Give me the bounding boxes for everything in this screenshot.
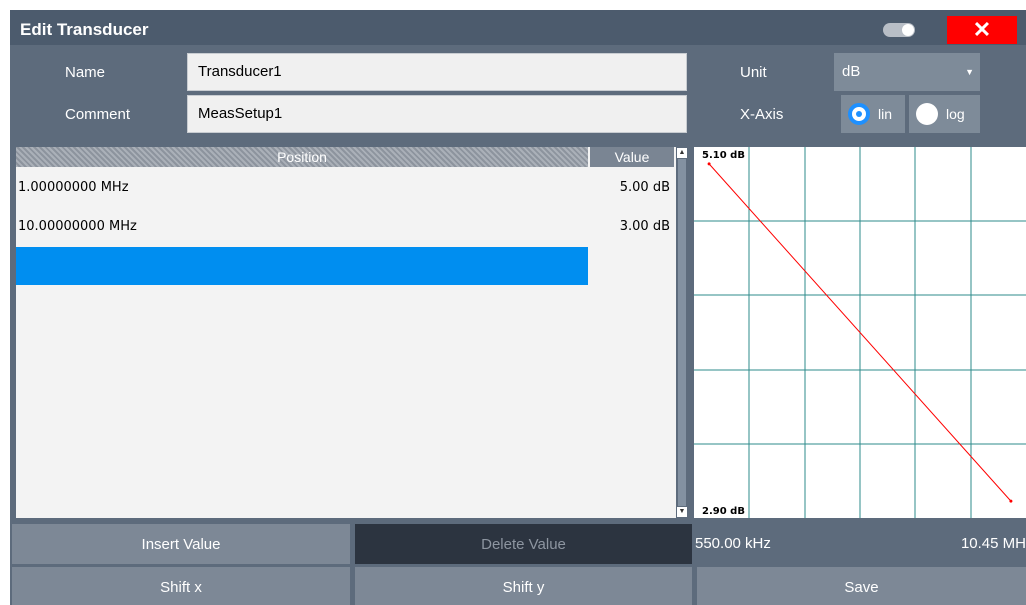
- transducer-plot: 5.10 dB 2.90 dB: [694, 147, 1026, 518]
- save-button[interactable]: Save: [697, 567, 1026, 605]
- x-end-frequency: 10.45 MH: [960, 535, 1026, 552]
- close-icon: ✕: [972, 17, 992, 42]
- comment-label: Comment: [65, 106, 131, 123]
- xaxis-lin-label: lin: [878, 106, 893, 122]
- data-point: [1009, 499, 1013, 503]
- close-button[interactable]: ✕: [947, 16, 1017, 44]
- xaxis-log-label: log: [946, 106, 965, 122]
- unit-label: Unit: [740, 64, 767, 81]
- chevron-down-icon: ▼: [965, 67, 974, 77]
- position-cell: 1.00000000 MHz: [18, 180, 129, 195]
- scroll-track[interactable]: [678, 159, 686, 506]
- xaxis-label: X-Axis: [740, 106, 784, 123]
- y-bottom-label: 2.90 dB: [702, 506, 745, 517]
- table-row[interactable]: 10.00000000 MHz 3.00 dB: [16, 208, 674, 246]
- x-start-frequency: 550.00 kHz: [695, 535, 771, 552]
- title-bar: Edit Transducer ✕: [10, 10, 1026, 45]
- radio-checked-icon: [848, 103, 870, 125]
- position-cell: 10.00000000 MHz: [18, 219, 137, 234]
- unit-value: dB: [842, 63, 861, 80]
- insert-value-button[interactable]: Insert Value: [12, 524, 350, 564]
- radio-unchecked-icon: [916, 103, 938, 125]
- toggle-icon[interactable]: [883, 23, 915, 37]
- shift-y-button[interactable]: Shift y: [355, 567, 692, 605]
- table-row[interactable]: 1.00000000 MHz 5.00 dB: [16, 169, 674, 207]
- data-point: [707, 162, 711, 166]
- column-header-position[interactable]: Position: [16, 147, 588, 167]
- plot-svg: 5.10 dB 2.90 dB: [694, 147, 1026, 518]
- table-scrollbar[interactable]: ▲ ▼: [676, 147, 688, 518]
- comment-field[interactable]: MeasSetup1: [187, 95, 687, 133]
- delete-value-button[interactable]: Delete Value: [355, 524, 692, 564]
- xaxis-lin-radio[interactable]: lin: [841, 95, 905, 133]
- edit-transducer-dialog: Edit Transducer ✕ Name Transducer1 Comme…: [10, 10, 1026, 605]
- value-cell: 3.00 dB: [619, 219, 670, 234]
- name-label: Name: [65, 64, 106, 81]
- dialog-title: Edit Transducer: [20, 20, 149, 39]
- xaxis-log-radio[interactable]: log: [909, 95, 980, 133]
- transducer-table: Position Value 1.00000000 MHz 5.00 dB 10…: [16, 147, 688, 518]
- y-top-label: 5.10 dB: [702, 150, 745, 161]
- column-header-value[interactable]: Value: [590, 147, 674, 167]
- selected-empty-row[interactable]: [16, 247, 588, 285]
- scroll-down-icon[interactable]: ▼: [677, 507, 687, 517]
- shift-x-button[interactable]: Shift x: [12, 567, 350, 605]
- value-cell: 5.00 dB: [619, 180, 670, 195]
- name-field[interactable]: Transducer1: [187, 53, 687, 91]
- scroll-up-icon[interactable]: ▲: [677, 148, 687, 158]
- unit-select[interactable]: dB ▼: [834, 53, 980, 91]
